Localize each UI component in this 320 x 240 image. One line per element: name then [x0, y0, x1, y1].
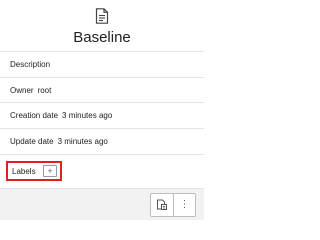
panel-footer: ⋮: [0, 188, 204, 220]
creation-date-row: Creation date 3 minutes ago: [0, 102, 204, 128]
copy-document-icon: [157, 199, 167, 210]
labels-label: Labels: [12, 167, 36, 176]
update-date-label: Update date: [10, 137, 54, 146]
update-date-value: 3 minutes ago: [57, 137, 108, 146]
creation-date-label: Creation date: [10, 111, 59, 120]
description-label: Description: [10, 60, 51, 69]
details-panel: Baseline Description Owner root Creation …: [0, 0, 204, 220]
owner-value: root: [37, 86, 52, 95]
more-actions-button[interactable]: ⋮: [173, 194, 195, 216]
page-title: Baseline: [73, 29, 131, 46]
labels-row: Labels +: [0, 154, 204, 189]
creation-date-value: 3 minutes ago: [62, 111, 113, 120]
kebab-menu-icon: ⋮: [179, 199, 190, 210]
add-label-button[interactable]: +: [43, 165, 57, 177]
owner-row: Owner root: [0, 77, 204, 103]
copy-button[interactable]: [151, 194, 173, 216]
labels-highlight-box: Labels +: [6, 161, 62, 181]
update-date-row: Update date 3 minutes ago: [0, 128, 204, 154]
document-icon: [95, 8, 109, 24]
owner-label: Owner: [10, 86, 34, 95]
panel-header: Baseline: [0, 0, 204, 51]
footer-actions: ⋮: [150, 193, 196, 217]
description-row: Description: [0, 51, 204, 77]
